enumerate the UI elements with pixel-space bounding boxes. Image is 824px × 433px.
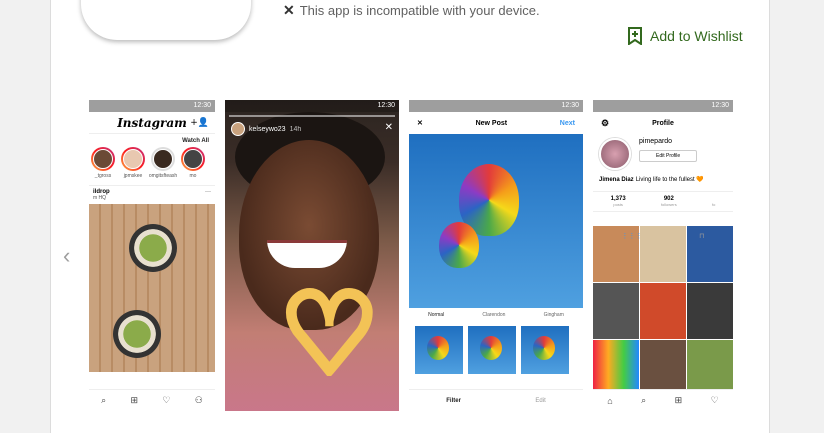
profile-icon: ⚇	[194, 395, 203, 405]
story-item: _tgross	[91, 147, 115, 179]
status-bar: 12:30	[593, 100, 733, 112]
story-item: omgitsfteash	[149, 147, 177, 179]
post-header: ildrop m HQ ···	[89, 185, 215, 204]
next-link: Next	[559, 119, 575, 127]
compatibility-notice: ✕ This app is incompatible with your dev…	[283, 2, 540, 19]
feed-header: Instagram +👤	[89, 112, 215, 134]
compatibility-text: This app is incompatible with your devic…	[299, 3, 540, 18]
story-user: kelseywo23 14h	[231, 122, 301, 136]
search-icon: ⌕	[101, 395, 107, 405]
profile-stats: 1,373 posts 902 followers fo	[593, 191, 733, 212]
close-icon: ✕	[417, 120, 423, 127]
search-icon: ⌕	[641, 395, 647, 405]
screenshot-feed[interactable]: 12:30 Instagram +👤 Watch All _tgross jpm…	[89, 100, 215, 411]
status-bar: 12:30	[89, 100, 215, 112]
heart-icon: ♡	[162, 395, 171, 405]
bookmark-plus-icon	[628, 27, 642, 45]
new-post-title: New Post	[475, 119, 508, 127]
status-bar: 12:30	[225, 100, 399, 112]
story-progress	[229, 115, 395, 117]
add-icon: ⊞	[674, 395, 683, 405]
screenshot-story[interactable]: ♡ 12:30 kelseywo23 14h ✕	[225, 100, 399, 411]
avatar	[599, 138, 631, 170]
new-post-header: ✕ New Post Next	[409, 112, 583, 134]
heart-doodle: ♡	[276, 273, 383, 396]
story-photo: ♡	[225, 100, 399, 411]
grid-icon: ⋮⋮⋮	[621, 233, 643, 240]
close-icon: ✕	[283, 2, 295, 18]
post-preview	[409, 134, 583, 308]
profile-info: pimepardo Edit Profile	[593, 134, 733, 174]
chevron-left-icon[interactable]: ‹	[63, 243, 70, 269]
story-item: mo	[181, 147, 205, 179]
add-user-icon: +👤	[190, 117, 209, 128]
feed-tab-bar: ⌕ ⊞ ♡ ⚇	[89, 389, 215, 411]
add-icon: ⊞	[130, 395, 139, 405]
avatar	[231, 122, 245, 136]
app-icon	[81, 0, 251, 40]
close-icon: ✕	[384, 122, 393, 133]
feed-title: Instagram	[117, 115, 187, 130]
screenshot-profile[interactable]: 12:30 ⚙ Profile pimepardo Edit Profile J…	[593, 100, 733, 411]
profile-tab-bar: ⌂ ⌕ ⊞ ♡	[593, 389, 733, 411]
filter-names: Normal Clarendon Gingham	[428, 312, 564, 318]
profile-header: ⚙ Profile	[601, 117, 674, 128]
new-post-tabs: Filter Edit	[409, 389, 583, 411]
edit-profile-button: Edit Profile	[639, 150, 698, 162]
status-bar: 12:30	[409, 100, 583, 112]
bookmark-icon: ⊓	[699, 233, 705, 240]
filter-thumbnails	[415, 326, 569, 374]
profile-view-toggle: ⋮⋮⋮ ⊓	[593, 232, 733, 240]
profile-bio: Jimena Diaz Living life to the fullest 🧡	[599, 177, 704, 183]
stories-row: _tgross jpmskee omgitsfteash mo	[89, 144, 215, 179]
story-item: jpmskee	[121, 147, 145, 179]
home-icon: ⌂	[607, 395, 613, 406]
gear-icon: ⚙	[601, 117, 610, 128]
app-detail-card: ✕ This app is incompatible with your dev…	[50, 0, 770, 433]
add-to-wishlist-button[interactable]: Add to Wishlist	[628, 27, 743, 45]
watch-all-link: Watch All	[182, 138, 209, 144]
screenshot-new-post[interactable]: 12:30 ✕ New Post Next Normal Clarendon G…	[409, 100, 583, 411]
post-photo	[89, 204, 215, 372]
wishlist-label: Add to Wishlist	[650, 28, 743, 44]
more-icon: ···	[205, 189, 211, 195]
heart-icon: ♡	[710, 395, 719, 405]
